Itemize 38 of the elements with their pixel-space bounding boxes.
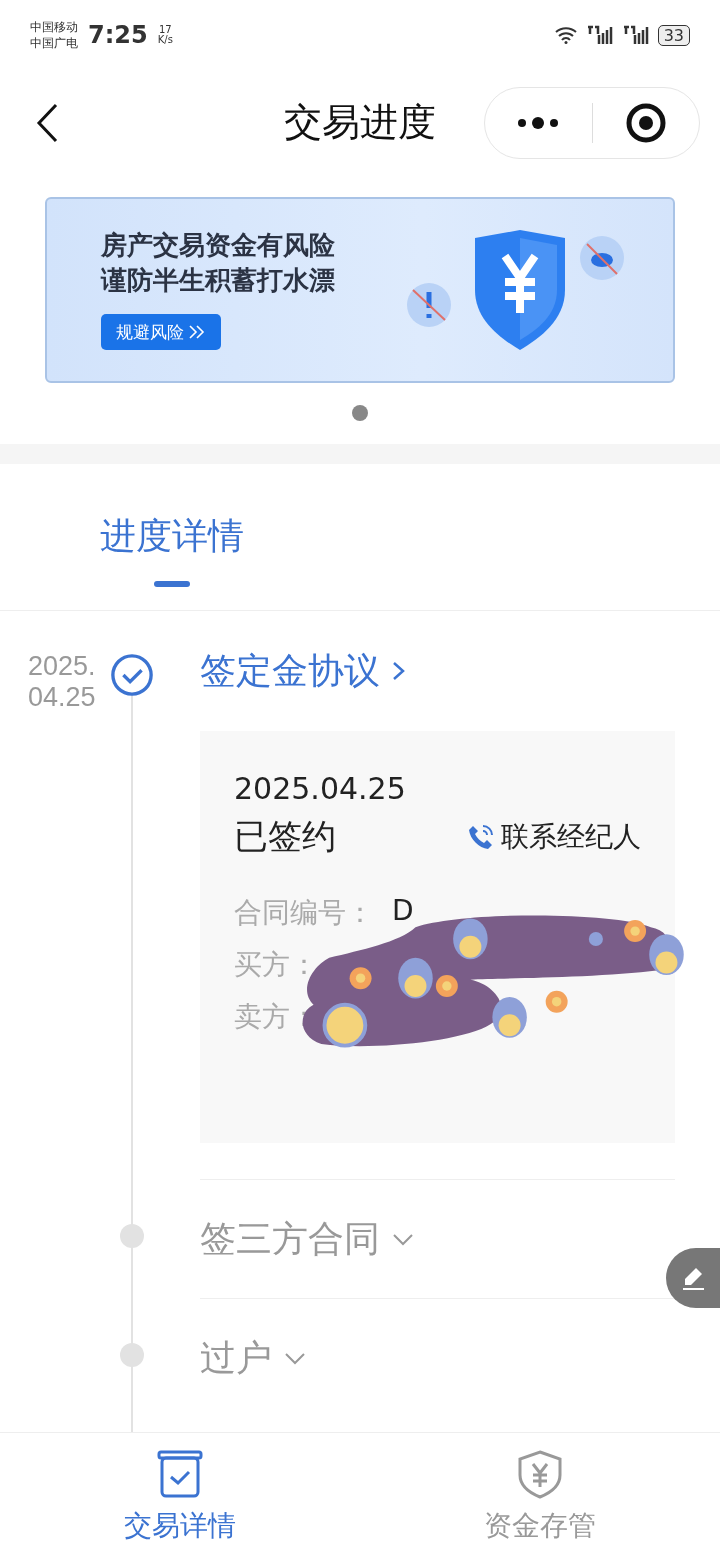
banner-headline: 谨防半生积蓄打水漂 — [101, 265, 335, 297]
banner-headline: 房产交易资金有风险 — [101, 229, 335, 261]
chevron-down-icon — [392, 1232, 414, 1246]
pen-icon — [680, 1265, 706, 1291]
bottom-tab[interactable]: 资金存管 — [360, 1433, 720, 1560]
clock-time: 7:25 — [88, 21, 148, 49]
more-icon — [516, 115, 561, 130]
chevron-right-icon — [392, 659, 406, 683]
field-label: 买方： — [234, 947, 318, 983]
field-value: D — [392, 894, 414, 929]
contact-agent-link[interactable]: 联系经纪人 — [467, 818, 641, 856]
step-title[interactable]: 过户 — [200, 1299, 306, 1417]
signal-icon — [621, 25, 650, 45]
phone-icon — [467, 823, 495, 851]
step-title[interactable]: 签定金协议 — [200, 611, 406, 731]
network-speed: 17 — [158, 25, 172, 35]
double-chevron-icon — [188, 324, 206, 341]
sign-date: 2025.04.25 — [234, 771, 407, 806]
wifi-icon — [553, 26, 578, 44]
back-icon[interactable] — [36, 102, 60, 143]
close-icon — [624, 101, 667, 144]
carrier-name: 中国移动 — [30, 19, 78, 34]
bottom-tab[interactable]: 交易详情 — [0, 1433, 360, 1560]
speed-unit: K/s — [157, 35, 173, 45]
step-title[interactable]: 签三方合同 — [200, 1180, 414, 1298]
risk-banner[interactable]: 房产交易资金有风险 谨防半生积蓄打水漂 规避风险 — [45, 197, 675, 383]
battery-level: 33 — [657, 24, 690, 46]
progress-tab[interactable]: 进度详情 — [100, 464, 244, 610]
chevron-down-icon — [284, 1351, 306, 1365]
sign-status: 已签约 — [234, 815, 336, 858]
carrier-name: 中国广电 — [30, 36, 78, 51]
page-title: 交易进度 — [284, 99, 436, 146]
checked-box-icon — [155, 1449, 205, 1499]
signal-icon — [585, 25, 614, 45]
step-date: 2025.04.25 — [27, 650, 97, 715]
field-label: 合同编号： — [234, 895, 374, 931]
avoid-risk-button[interactable]: 规避风险 — [101, 314, 221, 351]
pager-dot[interactable] — [352, 405, 368, 421]
